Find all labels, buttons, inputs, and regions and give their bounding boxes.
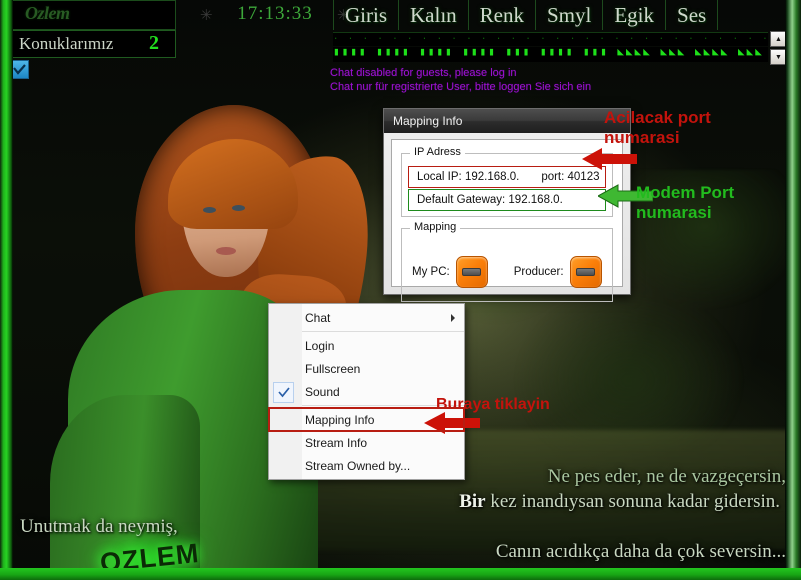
app-window: Ozlem Konuklarımız 2 ✳ 17:13:33 ✳ Giris … bbox=[0, 0, 801, 580]
sound-checked-icon bbox=[273, 382, 294, 403]
context-menu-item-label: Sound bbox=[305, 384, 340, 399]
ticker-strip-top: · · · · · · · · · · · · · · · · · · · · … bbox=[333, 32, 768, 46]
context-menu-item-login[interactable]: Login bbox=[269, 334, 464, 357]
context-menu-item-label: Fullscreen bbox=[305, 361, 361, 376]
mypc-label: My PC: bbox=[412, 266, 450, 278]
menu-item-ses[interactable]: Ses bbox=[666, 0, 719, 30]
context-menu-item-label: Login bbox=[305, 338, 335, 353]
poem-line-1: Ne pes eder, ne de vazgeçersin, bbox=[547, 466, 786, 487]
star-left-icon: ✳ bbox=[200, 7, 213, 24]
menu-item-egik[interactable]: Egik bbox=[603, 0, 667, 30]
red-arrow-to-port-icon bbox=[582, 148, 637, 170]
logo-text: Ozlem bbox=[25, 3, 70, 23]
guests-label: Konuklarımız bbox=[19, 34, 114, 53]
guests-count: 2 bbox=[149, 32, 159, 54]
context-menu-item-label: Stream Info bbox=[305, 435, 368, 450]
ticker-glyphs-bottom: ▮▮▮▮ ▮▮▮▮ ▮▮▮▮ ▮▮▮▮ ▮▮▮ ▮▮▮▮ ▮▮▮ ◣◣◣◣ ◣◣… bbox=[333, 47, 768, 59]
ticker-glyphs-top: · · · · · · · · · · · · · · · · · · · · … bbox=[333, 34, 768, 44]
menu-item-smyl[interactable]: Smyl bbox=[536, 0, 604, 30]
menu-item-kalin[interactable]: Kalın bbox=[399, 0, 469, 30]
annotation-modem-note: Modem Port numarasi bbox=[636, 183, 735, 222]
mypc-status-led[interactable] bbox=[455, 256, 488, 288]
frame-border-bottom bbox=[0, 568, 801, 580]
menu-bar: Giris Kalın Renk Smyl Egik Ses bbox=[333, 0, 719, 30]
context-menu-item-mapping-info[interactable]: Mapping Info bbox=[268, 407, 465, 432]
context-menu-item-label: Chat bbox=[305, 310, 331, 325]
menu-item-giris[interactable]: Giris bbox=[333, 0, 399, 30]
context-menu-item-sound[interactable]: Sound bbox=[269, 380, 464, 403]
producer-status-led[interactable] bbox=[569, 256, 602, 288]
logo-box: Ozlem bbox=[12, 0, 176, 30]
mapping-info-dialog: Mapping Info IP Adress Local IP: 192.168… bbox=[383, 108, 631, 302]
guests-counter: Konuklarımız 2 bbox=[12, 30, 176, 58]
chat-notice-english: Chat disabled for guests, please log in bbox=[330, 67, 517, 79]
ip-address-legend: IP Adress bbox=[410, 146, 465, 158]
chevron-right-icon bbox=[451, 314, 455, 322]
default-gateway-field: Default Gateway: 192.168.0. bbox=[408, 189, 606, 211]
checkmark-icon bbox=[13, 64, 26, 75]
poem-line-2-bold: Bir bbox=[459, 491, 486, 512]
menu-item-renk[interactable]: Renk bbox=[469, 0, 536, 30]
frame-border-right bbox=[785, 0, 801, 580]
mapping-row: My PC: Producer: bbox=[412, 251, 604, 293]
poem-line-2-rest: kez inandıysan sonuna kadar gidersin. bbox=[485, 491, 780, 512]
annotation-port-note: Acilacak port numarasi bbox=[604, 108, 711, 147]
context-menu: Chat Login Fullscreen Sound Mapping Info… bbox=[268, 303, 465, 480]
clock: 17:13:33 bbox=[237, 3, 313, 24]
default-gateway-label: Default Gateway: 192.168.0. bbox=[417, 194, 563, 206]
mapping-legend: Mapping bbox=[410, 221, 461, 233]
scrollbar-buttons: ▲ ▼ bbox=[770, 31, 787, 67]
producer-label: Producer: bbox=[513, 266, 564, 278]
checkmark-icon bbox=[277, 387, 290, 398]
local-ip-label: Local IP: 192.168.0. bbox=[417, 171, 520, 183]
frame-border-left bbox=[0, 0, 13, 580]
context-menu-item-label: Mapping Info bbox=[305, 412, 375, 427]
context-menu-item-chat[interactable]: Chat bbox=[269, 306, 464, 329]
context-menu-separator-1 bbox=[302, 331, 464, 332]
port-label: port: 40123 bbox=[541, 171, 600, 183]
local-ip-field: Local IP: 192.168.0. port: 40123 bbox=[408, 166, 606, 188]
chat-notice: Chat disabled for guests, please log in … bbox=[330, 66, 591, 94]
poem-line-2: Bir kez inandıysan sonuna kadar gidersin… bbox=[14, 489, 786, 514]
dialog-title: Mapping Info bbox=[384, 109, 630, 133]
mapping-group: Mapping My PC: Producer: bbox=[401, 221, 613, 302]
context-menu-item-fullscreen[interactable]: Fullscreen bbox=[269, 357, 464, 380]
ticker-strip-bottom: ▮▮▮▮ ▮▮▮▮ ▮▮▮▮ ▮▮▮▮ ▮▮▮ ▮▮▮▮ ▮▮▮ ◣◣◣◣ ◣◣… bbox=[333, 47, 768, 62]
chat-notice-german: Chat nur für registrierte User, bitte lo… bbox=[330, 81, 592, 93]
